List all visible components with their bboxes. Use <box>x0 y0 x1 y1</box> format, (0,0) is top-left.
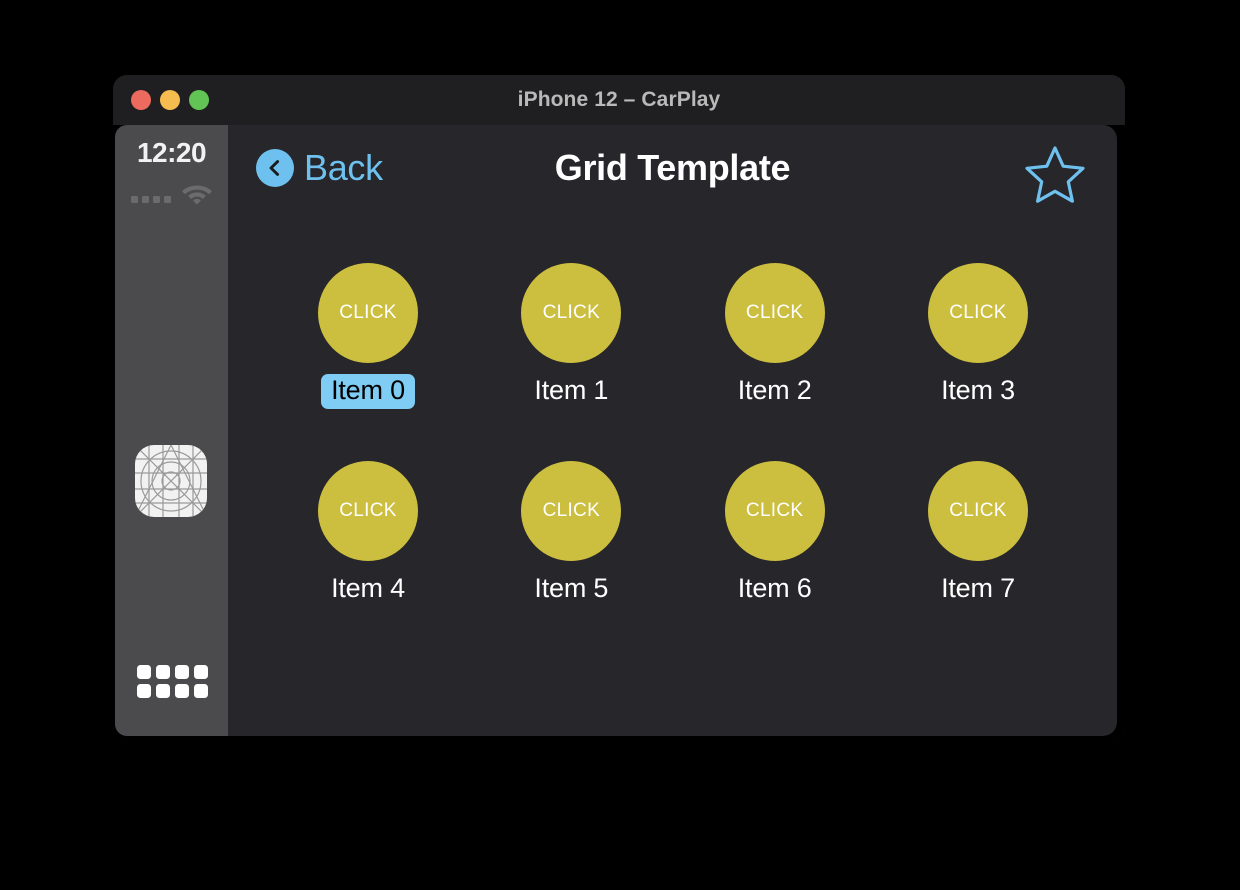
grid-item-6[interactable]: CLICK Item 6 <box>695 461 855 607</box>
device-screen: 12:20 Back Grid Template CLICK Item 0 CL… <box>113 125 1125 740</box>
carplay-sidebar: 12:20 <box>115 125 228 736</box>
grid-item-image: CLICK <box>521 263 622 363</box>
grid-item-5[interactable]: CLICK Item 5 <box>491 461 651 607</box>
grid-item-0[interactable]: CLICK Item 0 <box>288 263 448 410</box>
grid-item-2[interactable]: CLICK Item 2 <box>695 263 855 409</box>
grid-item-image: CLICK <box>318 263 418 363</box>
chevron-left-icon <box>256 149 294 187</box>
star-outline-icon[interactable] <box>1025 145 1085 203</box>
grid-item-label: Item 7 <box>941 573 1015 604</box>
grid-item-label: Item 3 <box>941 375 1015 405</box>
cellular-signal-icon <box>130 196 171 205</box>
grid-item-image-label: CLICK <box>745 500 804 522</box>
window-titlebar: iPhone 12 – CarPlay <box>113 75 1125 125</box>
grid-item-image-label: CLICK <box>542 500 601 522</box>
grid-item-image: CLICK <box>927 461 1028 562</box>
grid-template-items: CLICK Item 0 CLICK Item 1 CLICK Item 2 C… <box>288 263 1058 607</box>
grid-item-image-label: CLICK <box>339 302 397 323</box>
grid-item-label: Item 1 <box>534 375 609 405</box>
app-placeholder-icon[interactable] <box>133 443 209 519</box>
grid-item-label: Item 5 <box>534 573 609 604</box>
grid-item-label: Item 4 <box>331 573 405 604</box>
close-window-button[interactable] <box>131 90 151 110</box>
navigation-bar: Back Grid Template <box>228 125 1117 223</box>
grid-item-image: CLICK <box>318 461 418 562</box>
status-clock: 12:20 <box>136 137 207 168</box>
grid-item-image: CLICK <box>521 461 622 562</box>
wifi-icon <box>181 185 212 205</box>
grid-item-image-label: CLICK <box>949 302 1007 323</box>
status-indicators <box>115 181 228 205</box>
grid-row: CLICK Item 4 CLICK Item 5 CLICK Item 6 C… <box>288 461 1058 607</box>
grid-item-7[interactable]: CLICK Item 7 <box>898 461 1058 607</box>
grid-item-image-label: CLICK <box>542 302 601 323</box>
grid-item-1[interactable]: CLICK Item 1 <box>491 263 651 409</box>
simulator-window: iPhone 12 – CarPlay 12:20 Back Grid Temp… <box>113 75 1125 740</box>
window-traffic-lights <box>131 75 209 125</box>
grid-item-label: Item 6 <box>737 573 812 604</box>
grid-item-image: CLICK <box>724 461 825 562</box>
grid-item-image: CLICK <box>724 263 825 363</box>
grid-item-4[interactable]: CLICK Item 4 <box>288 461 448 607</box>
grid-item-image: CLICK <box>927 263 1028 363</box>
grid-item-label: Item 0 <box>321 374 415 410</box>
apps-grid-icon[interactable] <box>137 665 208 698</box>
maximize-window-button[interactable] <box>189 90 209 110</box>
grid-item-3[interactable]: CLICK Item 3 <box>898 263 1058 409</box>
grid-item-image-label: CLICK <box>339 500 397 522</box>
grid-row: CLICK Item 0 CLICK Item 1 CLICK Item 2 C… <box>288 263 1058 410</box>
grid-item-label: Item 2 <box>737 375 812 405</box>
back-button-label: Back <box>304 147 383 188</box>
window-title: iPhone 12 – CarPlay <box>517 88 721 111</box>
grid-item-image-label: CLICK <box>745 302 804 323</box>
back-button[interactable]: Back <box>256 147 383 189</box>
carplay-content-panel: Back Grid Template CLICK Item 0 CLICK It… <box>228 125 1117 736</box>
grid-item-image-label: CLICK <box>949 500 1007 522</box>
minimize-window-button[interactable] <box>160 90 180 110</box>
